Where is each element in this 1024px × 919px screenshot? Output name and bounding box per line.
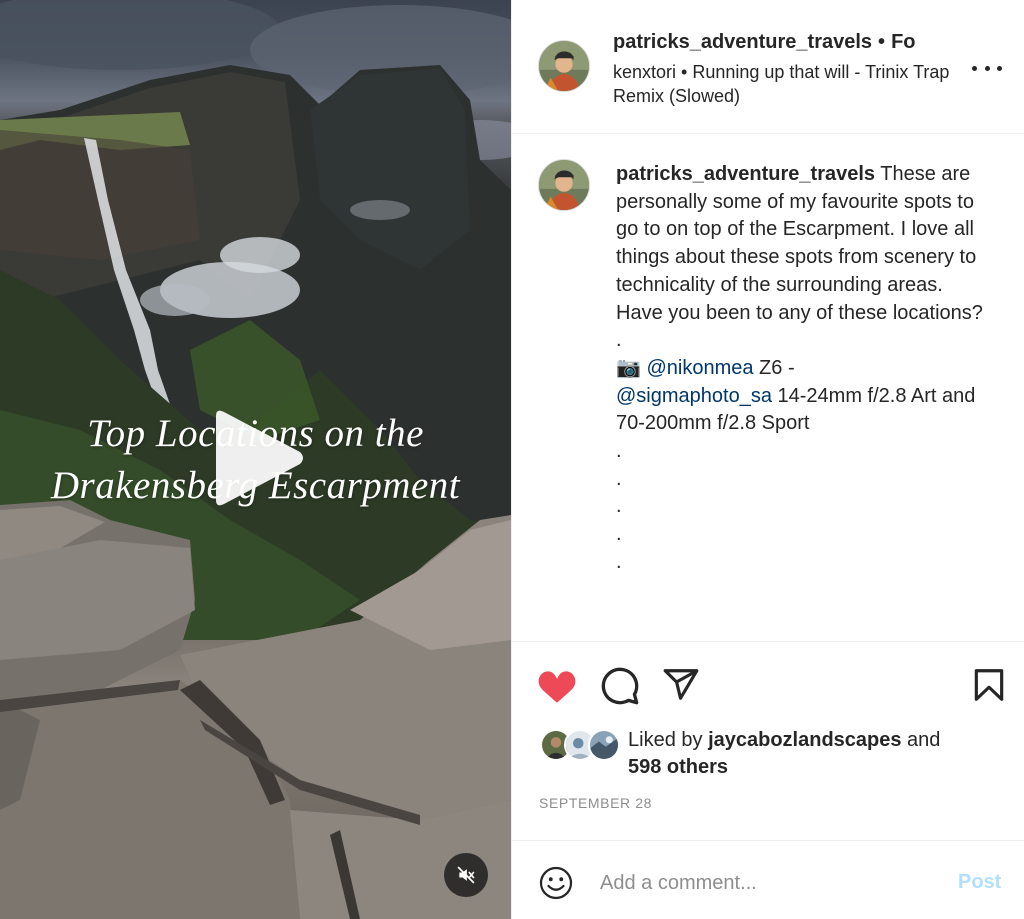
post-video[interactable]: Top Locations on the Drakensberg Escarpm… (0, 0, 511, 919)
camera-emoji: 📷 (616, 356, 641, 379)
caption-username[interactable]: patricks_adventure_travels (616, 163, 875, 185)
liked-by-and: and (901, 729, 941, 751)
more-options-button[interactable] (972, 58, 1002, 78)
bookmark-icon (974, 669, 1004, 701)
profile-photo (539, 41, 589, 91)
caption-dot: . (616, 550, 622, 573)
liked-by-text: Liked by jaycabozlandscapes and 598 othe… (628, 727, 998, 781)
play-button[interactable] (210, 408, 306, 508)
like-button[interactable] (536, 666, 576, 706)
likes-summary: Liked by jaycabozlandscapes and 598 othe… (512, 725, 1024, 785)
caption-gear-text: Z6 - (753, 356, 795, 379)
caption-dot: . (616, 440, 622, 463)
post-date[interactable]: SEPTEMBER 28 (539, 795, 652, 811)
caption-gear-line: @sigmaphoto_sa 14-24mm f/2.8 Art and 70-… (616, 383, 988, 438)
follow-button[interactable]: Fo (891, 31, 915, 53)
header-username-row: patricks_adventure_travels • Fo (613, 31, 916, 54)
post-header: patricks_adventure_travels • Fo kenxtori •… (512, 0, 1024, 134)
mention-link[interactable]: @sigmaphoto_sa (616, 385, 772, 407)
mention-link[interactable]: @nikonmea (646, 357, 753, 379)
caption-dot: . (616, 467, 622, 490)
action-bar (512, 641, 1024, 725)
bookmark-button[interactable] (970, 666, 1010, 706)
audio-attribution[interactable]: kenxtori • Running up that will - Trinix… (613, 60, 973, 108)
heart-icon (538, 671, 576, 703)
likes-count[interactable]: 598 others (628, 756, 728, 778)
share-button[interactable] (662, 666, 702, 706)
caption-gear-line: 📷 @nikonmea Z6 - (616, 355, 988, 383)
emoji-button[interactable] (538, 865, 574, 901)
avatar[interactable] (538, 159, 590, 211)
mute-button[interactable] (444, 853, 488, 897)
comment-icon (601, 667, 639, 705)
caption-dot: . (616, 523, 622, 546)
header-username[interactable]: patricks_adventure_travels (613, 31, 872, 53)
post-caption: patricks_adventure_travels These are per… (616, 161, 988, 577)
comment-input[interactable] (600, 865, 920, 901)
avatar[interactable] (588, 729, 620, 761)
share-icon (663, 669, 699, 700)
liker-avatars (540, 729, 622, 763)
add-comment-bar: Post (512, 840, 1024, 919)
play-icon (216, 410, 303, 506)
caption-dot: . (616, 329, 622, 352)
caption-scroll-area[interactable]: patricks_adventure_travels These are per… (512, 135, 1024, 640)
liked-by-prefix: Liked by (628, 729, 709, 751)
more-icon (972, 65, 1002, 71)
profile-photo (539, 160, 589, 210)
post-button[interactable]: Post (958, 871, 1001, 894)
mute-icon (457, 866, 475, 884)
caption-dot: . (616, 495, 622, 518)
caption-text: These are personally some of my favourit… (616, 163, 983, 324)
comment-button[interactable] (600, 666, 640, 706)
emoji-icon (539, 866, 573, 900)
post-details-panel: patricks_adventure_travels • Fo kenxtori •… (511, 0, 1024, 919)
separator-dot: • (878, 31, 886, 53)
liker-username[interactable]: jaycabozlandscapes (708, 729, 901, 751)
avatar[interactable] (538, 40, 590, 92)
